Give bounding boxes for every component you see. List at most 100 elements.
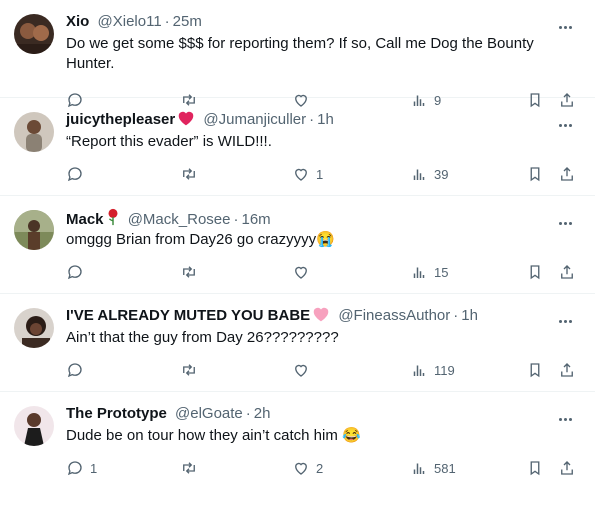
share-icon (561, 461, 573, 475)
display-name[interactable]: I'VE ALREADY MUTED YOU BABE (66, 307, 310, 324)
timestamp[interactable]: 2h (254, 405, 271, 422)
reply-button[interactable] (66, 360, 90, 380)
heart-icon (295, 364, 307, 377)
views-icon (413, 365, 425, 376)
tweet-text: Dude be on tour how they ain’t catch him… (66, 427, 361, 444)
tweet-header: Mack @Mack_Rosee · 16m (66, 208, 555, 228)
like-button[interactable] (292, 262, 316, 282)
display-name[interactable]: The Prototype (66, 405, 167, 422)
bookmark-button[interactable] (526, 262, 544, 282)
view-count: 119 (434, 362, 455, 378)
bookmark-icon (530, 461, 540, 476)
tweet-header: The Prototype @elGoate · 2h (66, 404, 555, 424)
views-button[interactable]: 39 (410, 164, 448, 184)
retweet-icon (183, 462, 195, 474)
display-name[interactable]: juicythepleaser (66, 111, 175, 128)
separator-dot: · (245, 405, 251, 422)
retweet-icon (183, 266, 195, 278)
heart-icon (295, 168, 307, 181)
views-icon (413, 463, 425, 474)
like-count: 1 (316, 166, 324, 182)
user-handle[interactable]: @Jumanjiculler (203, 111, 306, 128)
separator-dot: · (233, 211, 239, 228)
avatar[interactable] (14, 308, 54, 348)
share-button[interactable] (558, 360, 576, 380)
heart-icon (295, 462, 307, 475)
view-count: 581 (434, 460, 456, 476)
share-button[interactable] (558, 164, 576, 184)
bookmark-icon (530, 167, 540, 182)
reply-icon (67, 461, 82, 476)
views-icon (413, 267, 425, 278)
reply-button[interactable]: 1 (66, 458, 97, 478)
more-icon[interactable] (559, 408, 577, 421)
tweet[interactable]: I'VE ALREADY MUTED YOU BABE @FineassAuth… (0, 294, 595, 392)
display-name[interactable]: Mack (66, 211, 104, 228)
bookmark-button[interactable] (526, 360, 544, 380)
retweet-icon (183, 168, 195, 180)
like-button[interactable] (292, 360, 316, 380)
share-icon (561, 363, 573, 377)
tweet[interactable]: The Prototype @elGoate · 2h Dude be on tou… (0, 392, 595, 504)
view-count: 39 (434, 166, 449, 182)
views-icon (413, 169, 425, 180)
tweet-text: Do we get some $$$ for reporting them? I… (66, 35, 534, 72)
retweet-button[interactable] (180, 360, 204, 380)
tweet[interactable]: Mack @Mack_Rosee · 16m omggg Brian from Da… (0, 196, 595, 294)
retweet-button[interactable] (180, 262, 204, 282)
tweet[interactable]: Xio @Xielo11 · 25m Do we get some $$$ for … (0, 0, 595, 108)
share-button[interactable] (558, 458, 576, 478)
avatar[interactable] (14, 14, 54, 54)
tweet-text: “Report this evader” is WILD!!!. (66, 133, 272, 150)
like-count: 2 (316, 460, 324, 476)
timestamp[interactable]: 1h (461, 307, 478, 324)
more-icon[interactable] (559, 16, 577, 29)
avatar[interactable] (14, 406, 54, 446)
user-handle[interactable]: @Xielo11 (98, 13, 162, 30)
views-button[interactable]: 581 (410, 458, 456, 478)
separator-dot: · (453, 307, 459, 324)
tweet-text: omggg Brian from Day26 go crazyyyy😭 (66, 231, 335, 248)
action-bar: 1 39 (66, 164, 579, 184)
tweet-text: Ain’t that the guy from Day 26????????? (66, 329, 339, 346)
retweet-icon (183, 364, 195, 376)
bookmark-icon (530, 265, 540, 280)
view-count: 15 (434, 264, 449, 280)
reply-button[interactable] (66, 164, 90, 184)
tweet[interactable]: juicythepleaser @Jumanjiculler · 1h “Repor… (0, 98, 595, 196)
more-icon[interactable] (559, 212, 577, 225)
timestamp[interactable]: 16m (241, 211, 270, 228)
user-handle[interactable]: @Mack_Rosee (128, 211, 231, 228)
timestamp[interactable]: 25m (173, 13, 202, 30)
more-icon[interactable] (559, 114, 577, 127)
like-button[interactable]: 2 (292, 458, 323, 478)
bookmark-button[interactable] (526, 164, 544, 184)
views-button[interactable]: 15 (410, 262, 448, 282)
retweet-button[interactable] (180, 164, 204, 184)
tweet-header: juicythepleaser @Jumanjiculler · 1h (66, 110, 555, 130)
avatar[interactable] (14, 210, 54, 250)
views-button[interactable]: 119 (410, 360, 455, 380)
tweet-header: Xio @Xielo11 · 25m (66, 12, 555, 32)
retweet-button[interactable] (180, 458, 204, 478)
bookmark-icon (530, 363, 540, 378)
bookmark-button[interactable] (526, 458, 544, 478)
action-bar: 119 (66, 360, 579, 380)
reply-icon (67, 265, 82, 280)
reply-feed: Xio @Xielo11 · 25m Do we get some $$$ for … (0, 0, 595, 504)
reply-icon (67, 363, 82, 378)
like-button[interactable]: 1 (292, 164, 323, 184)
display-name[interactable]: Xio (66, 13, 89, 30)
timestamp[interactable]: 1h (317, 111, 334, 128)
user-handle[interactable]: @FineassAuthor (338, 307, 450, 324)
more-icon[interactable] (559, 310, 577, 323)
tweet-header: I'VE ALREADY MUTED YOU BABE @FineassAuth… (66, 306, 555, 326)
share-button[interactable] (558, 262, 576, 282)
action-bar: 15 (66, 262, 579, 282)
reply-button[interactable] (66, 262, 90, 282)
avatar[interactable] (14, 112, 54, 152)
separator-dot: · (309, 111, 315, 128)
separator-dot: · (164, 13, 170, 30)
reply-count: 1 (90, 460, 98, 476)
user-handle[interactable]: @elGoate (175, 405, 243, 422)
